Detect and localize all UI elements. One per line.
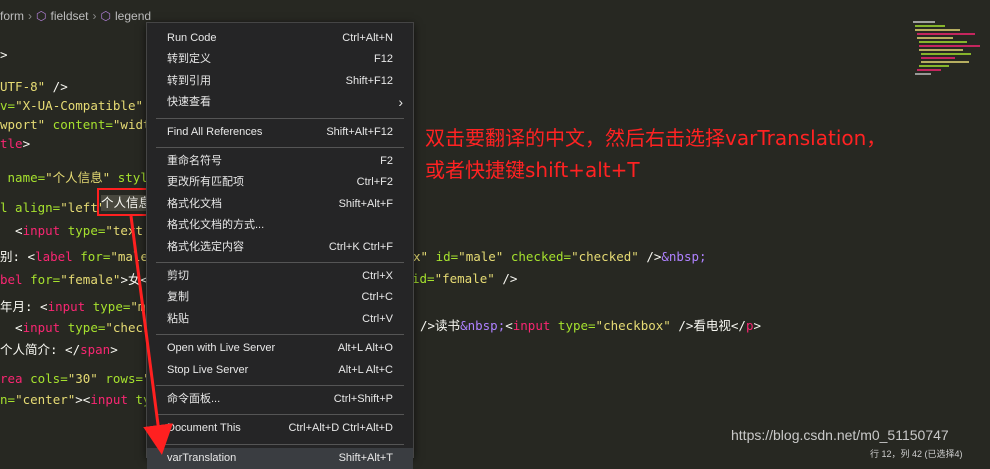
watermark: https://blog.csdn.net/m0_51150747 [731, 427, 949, 443]
status-cursor-position[interactable]: 行 12，列 42 (已选择4) [870, 447, 963, 460]
annotation-arrow [129, 215, 173, 455]
instruction-line-1: 双击要翻译的中文，然后右击选择varTranslation， [425, 126, 887, 150]
instruction-annotation: 双击要翻译的中文，然后右击选择varTranslation， 或者快捷键shif… [425, 122, 886, 186]
instruction-line-2: 或者快捷键shift+alt+T [425, 158, 640, 182]
